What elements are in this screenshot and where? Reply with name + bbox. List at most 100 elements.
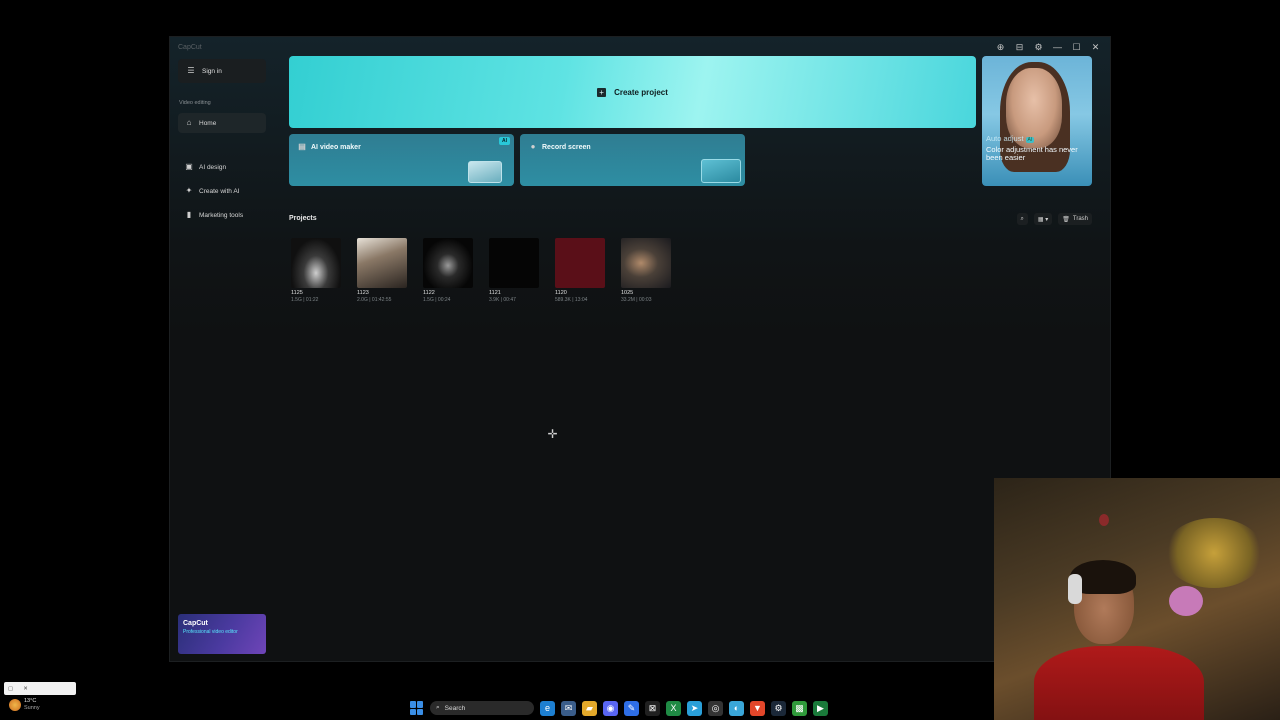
project-name: 1025 — [621, 290, 634, 296]
project-meta: 33.2M | 00:03 — [621, 297, 652, 303]
sidebar-item-home[interactable]: ⌂ Home — [178, 113, 266, 133]
image-icon: ▣ — [185, 162, 193, 171]
desktop: CapCut ⊕ ⊟ ⚙ — ☐ ✕ ☰ Sign in Video editi… — [0, 0, 1280, 720]
weather-desc: Sunny — [24, 705, 40, 711]
excel-icon[interactable]: X — [666, 700, 681, 716]
minimize-button[interactable]: — — [1053, 42, 1062, 53]
project-card[interactable]: 1125 1.5G | 01:22 — [291, 238, 341, 303]
app-title: CapCut — [178, 44, 202, 51]
app-icon[interactable]: ▶ — [813, 700, 828, 716]
project-card[interactable]: 1122 1.5G | 00:24 — [423, 238, 473, 303]
project-meta: 1.5G | 00:24 — [423, 297, 451, 303]
search-button[interactable]: ⌕ — [1016, 213, 1028, 225]
sidebar-item-marketing-tools[interactable]: ▮ Marketing tools — [178, 205, 266, 225]
notification-bar[interactable]: ▢ ✕ — [4, 682, 76, 695]
project-meta: 1.5G | 01:22 — [291, 297, 319, 303]
pin-icon[interactable]: ⊕ — [996, 42, 1005, 53]
grid-view-icon: ▦ ▾ — [1037, 216, 1049, 223]
search-icon: ⌕ — [436, 704, 440, 711]
project-meta: 2.0G | 01:42:55 — [357, 297, 392, 303]
brave-icon[interactable]: ▼ — [750, 700, 765, 716]
notification-close-icon[interactable]: ✕ — [23, 686, 28, 692]
ai-badge: AI — [499, 137, 510, 145]
project-name: 1120 — [555, 290, 567, 296]
maximize-button[interactable]: ☐ — [1072, 42, 1081, 53]
home-icon: ⌂ — [186, 118, 192, 127]
pro-promo-banner[interactable]: CapCut Professional video editor — [178, 614, 266, 654]
layout-icon[interactable]: ⊟ — [1015, 42, 1024, 53]
capcut-icon[interactable]: ⊠ — [645, 700, 660, 716]
projects-toolbar: ⌕ ▦ ▾ 🗑 Trash — [1016, 213, 1092, 225]
webcam-overlay — [994, 478, 1280, 720]
section-label-video-editing: Video editing — [179, 100, 211, 106]
projects-heading: Projects — [289, 215, 317, 222]
window-controls: ⊕ ⊟ ⚙ — ☐ ✕ — [996, 42, 1100, 53]
sidebar-item-ai-design[interactable]: ▣ AI design — [178, 157, 266, 177]
view-mode-button[interactable]: ▦ ▾ — [1033, 213, 1053, 225]
project-thumbnail — [291, 238, 341, 288]
edge-icon[interactable]: e — [540, 700, 555, 716]
webcam-lamp — [1099, 514, 1109, 526]
sidebar: ☰ Sign in Video editing ⌂ Home ▣ AI desi… — [178, 57, 268, 657]
video-template-icon: ▤ — [298, 142, 306, 151]
promo-title: CapCut — [183, 620, 208, 627]
discord-icon[interactable]: ◉ — [603, 700, 618, 716]
project-name: 1122 — [423, 290, 435, 296]
record-icon: ● — [530, 142, 536, 151]
user-icon: ☰ — [187, 66, 195, 75]
taskbar-search-label: Search — [444, 704, 466, 712]
project-meta: 589.3K | 13:04 — [555, 297, 588, 303]
sidebar-item-label: Home — [199, 119, 217, 127]
project-thumbnail — [423, 238, 473, 288]
ai-video-maker-card[interactable]: ▤ AI video maker AI — [289, 134, 514, 186]
project-card[interactable]: 1120 589.3K | 13:04 — [555, 238, 605, 303]
record-screen-preview-image — [701, 159, 741, 183]
create-project-button[interactable]: + Create project — [289, 56, 976, 128]
browser-icon[interactable]: ◐ — [729, 700, 744, 716]
windows-start-icon[interactable] — [410, 701, 424, 715]
project-thumbnail — [357, 238, 407, 288]
bookmark-icon: ▮ — [186, 210, 192, 219]
trash-label: Trash — [1072, 216, 1088, 222]
project-name: 1123 — [357, 290, 369, 296]
project-card[interactable]: 1123 2.0G | 01:42:55 — [357, 238, 407, 303]
sign-in-button[interactable]: ☰ Sign in — [178, 59, 266, 83]
obs-icon[interactable]: ◎ — [708, 700, 723, 716]
weather-temp: 13°C — [24, 698, 37, 704]
webcam-person-body — [1034, 646, 1204, 720]
notes-icon[interactable]: ✎ — [624, 700, 639, 716]
ai-video-preview-image — [468, 161, 502, 183]
sidebar-item-label: Marketing tools — [199, 211, 244, 219]
folder-icon[interactable]: ▰ — [582, 700, 597, 716]
weather-widget[interactable]: 13°C Sunny — [9, 698, 40, 712]
record-screen-label: Record screen — [542, 143, 591, 151]
mail-icon[interactable]: ✉ — [561, 700, 576, 716]
minecraft-icon[interactable]: ▩ — [792, 700, 807, 716]
steam-icon[interactable]: ⚙ — [771, 700, 786, 716]
project-card[interactable]: 1121 3.9K | 00:47 — [489, 238, 539, 303]
project-meta: 3.9K | 00:47 — [489, 297, 516, 303]
notification-icon: ▢ — [8, 685, 14, 692]
sidebar-item-label: AI design — [199, 163, 227, 171]
webcam-plant — [1164, 518, 1264, 588]
create-project-label: Create project — [614, 87, 668, 97]
webcam-plush-toy — [1169, 586, 1203, 616]
sidebar-item-create-with-ai[interactable]: ✦ Create with AI — [178, 181, 266, 201]
project-card[interactable]: 1025 33.2M | 00:03 — [621, 238, 671, 303]
taskbar: ⌕ Search e ✉ ▰ ◉ ✎ ⊠ X ➤ ◎ ◐ ▼ ⚙ ▩ ▶ — [410, 699, 828, 717]
trash-button[interactable]: 🗑 Trash — [1058, 213, 1092, 225]
taskbar-search[interactable]: ⌕ Search — [430, 701, 534, 715]
ai-video-maker-label: AI video maker — [311, 143, 361, 151]
project-name: 1121 — [489, 290, 501, 296]
ad-ai-badge: AI — [1025, 137, 1035, 143]
weather-text: 13°C Sunny — [24, 698, 40, 712]
search-icon: ⌕ — [1020, 215, 1024, 222]
telegram-icon[interactable]: ➤ — [687, 700, 702, 716]
settings-icon[interactable]: ⚙ — [1034, 42, 1043, 53]
sidebar-item-label: Create with AI — [199, 187, 240, 195]
auto-adjust-ad-card[interactable]: Auto adjust AI Color adjustment has never… — [982, 56, 1092, 186]
close-button[interactable]: ✕ — [1091, 42, 1100, 53]
ad-headline-text: Auto adjust — [986, 134, 1024, 143]
plus-icon: + — [597, 87, 607, 97]
record-screen-card[interactable]: ● Record screen — [520, 134, 745, 186]
